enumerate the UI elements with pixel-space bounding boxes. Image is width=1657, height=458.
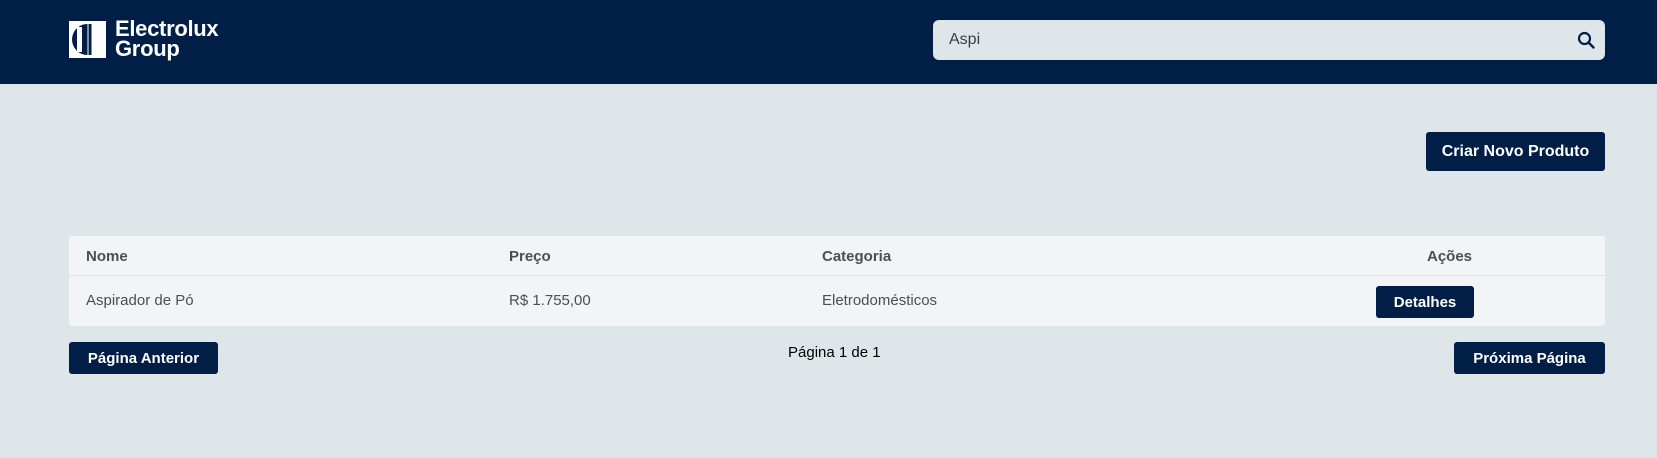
page-indicator: Página 1 de 1 xyxy=(788,344,881,361)
electrolux-logo[interactable]: Electrolux Group xyxy=(69,18,219,61)
column-header-actions: Ações xyxy=(1426,248,1473,265)
cell-category: Eletrodomésticos xyxy=(822,292,938,309)
previous-page-button[interactable]: Página Anterior xyxy=(69,342,218,374)
create-product-button[interactable]: Criar Novo Produto xyxy=(1426,132,1605,171)
cell-price: R$ 1.755,00 xyxy=(509,292,591,309)
products-table: Nome Preço Categoria Ações Aspirador de … xyxy=(69,236,1605,326)
electrolux-logo-icon xyxy=(69,20,106,58)
details-button[interactable]: Detalhes xyxy=(1376,286,1474,318)
logo-text: Electrolux Group xyxy=(115,18,219,61)
table-header: Nome Preço Categoria Ações xyxy=(69,236,1605,276)
column-header-price: Preço xyxy=(509,248,551,265)
column-header-category: Categoria xyxy=(822,248,892,265)
search-box xyxy=(933,20,1605,60)
cell-name: Aspirador de Pó xyxy=(86,292,194,309)
column-header-name: Nome xyxy=(86,248,128,265)
search-input[interactable] xyxy=(933,20,1553,60)
top-header: Electrolux Group xyxy=(0,0,1657,84)
next-page-button[interactable]: Próxima Página xyxy=(1454,342,1605,374)
logo-line-2: Group xyxy=(115,36,180,61)
search-icon[interactable] xyxy=(1577,31,1595,49)
